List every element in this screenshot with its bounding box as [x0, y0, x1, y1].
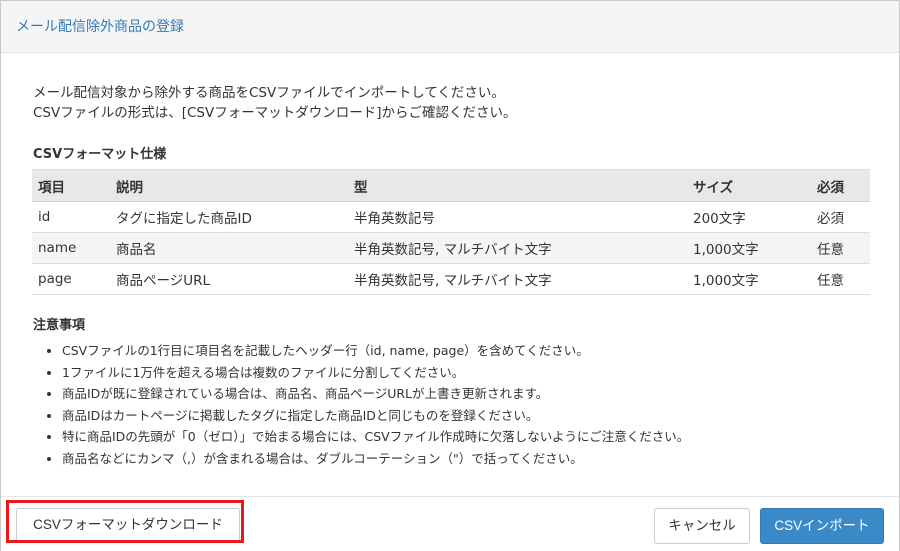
- cell-size: 200文字: [687, 201, 811, 233]
- intro-line-1: メール配信対象から除外する商品をCSVファイルでインポートしてください。: [33, 85, 505, 101]
- modal-title: メール配信除外商品の登録: [16, 19, 184, 35]
- cell-required: 任意: [811, 263, 870, 295]
- highlight-annotation: [6, 500, 244, 543]
- cell-item: name: [32, 232, 110, 264]
- cell-type: 半角英数記号, マルチバイト文字: [348, 263, 687, 295]
- cell-required: 任意: [811, 232, 870, 264]
- intro-text: メール配信対象から除外する商品をCSVファイルでインポートしてください。 CSV…: [33, 83, 517, 123]
- cell-type: 半角英数記号, マルチバイト文字: [348, 232, 687, 264]
- cell-description: タグに指定した商品ID: [110, 201, 348, 233]
- cell-required: 必須: [811, 201, 870, 233]
- table-row: name 商品名 半角英数記号, マルチバイト文字 1,000文字 任意: [32, 232, 870, 264]
- spec-table: 項目 説明 型 サイズ 必須 id タグに指定した商品ID 半角英数記号 200…: [32, 169, 870, 295]
- cell-type: 半角英数記号: [348, 201, 687, 233]
- cancel-button[interactable]: キャンセル: [654, 508, 750, 544]
- notes-list: CSVファイルの1行目に項目名を記載したヘッダー行（id, name, page…: [32, 340, 689, 470]
- list-item: 商品IDが既に登録されている場合は、商品名、商品ページURLが上書き更新されます…: [62, 383, 689, 405]
- cell-item: page: [32, 263, 110, 295]
- col-header-description: 説明: [110, 169, 348, 202]
- cell-size: 1,000文字: [687, 263, 811, 295]
- cell-description: 商品ページURL: [110, 263, 348, 295]
- import-modal: メール配信除外商品の登録 メール配信対象から除外する商品をCSVファイルでインポ…: [0, 0, 900, 551]
- cell-item: id: [32, 201, 110, 233]
- modal-header: メール配信除外商品の登録: [1, 1, 899, 53]
- col-header-size: サイズ: [687, 169, 811, 202]
- table-row: page 商品ページURL 半角英数記号, マルチバイト文字 1,000文字 任…: [32, 263, 870, 295]
- cell-description: 商品名: [110, 232, 348, 264]
- col-header-item: 項目: [32, 169, 110, 202]
- table-row: id タグに指定した商品ID 半角英数記号 200文字 必須: [32, 201, 870, 233]
- col-header-required: 必須: [811, 169, 870, 202]
- list-item: CSVファイルの1行目に項目名を記載したヘッダー行（id, name, page…: [62, 340, 689, 362]
- list-item: 1ファイルに1万件を超える場合は複数のファイルに分割してください。: [62, 362, 689, 384]
- csv-import-button[interactable]: CSVインポート: [760, 508, 884, 544]
- list-item: 特に商品IDの先頭が「0（ゼロ）」で始まる場合には、CSVファイル作成時に欠落し…: [62, 426, 689, 448]
- list-item: 商品IDはカートページに掲載したタグに指定した商品IDと同じものを登録ください。: [62, 405, 689, 427]
- col-header-type: 型: [348, 169, 687, 202]
- spec-heading: CSVフォーマット仕様: [33, 147, 167, 162]
- cell-size: 1,000文字: [687, 232, 811, 264]
- intro-line-2: CSVファイルの形式は、[CSVフォーマットダウンロード]からご確認ください。: [33, 105, 517, 121]
- spec-table-header: 項目 説明 型 サイズ 必須: [32, 169, 870, 202]
- list-item: 商品名などにカンマ（,）が含まれる場合は、ダブルコーテーション（"）で括ってくだ…: [62, 448, 689, 470]
- notes-heading: 注意事項: [33, 318, 86, 333]
